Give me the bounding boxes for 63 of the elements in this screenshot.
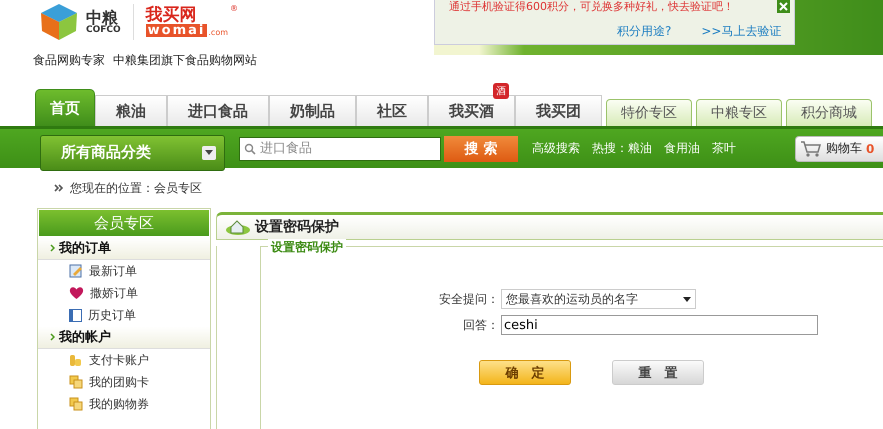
window-icon	[69, 308, 82, 322]
sidebar-item[interactable]: 撒娇订单	[38, 282, 210, 304]
sidebar-title: 会员专区	[39, 210, 209, 236]
sidebar-item[interactable]: 历史订单	[38, 304, 210, 326]
site-domain: .com	[208, 29, 228, 37]
cart-button[interactable]: 购物车 0	[795, 136, 883, 162]
hot-search-label: 热搜：	[592, 140, 628, 157]
sidebar-item[interactable]: 最新订单	[38, 260, 210, 282]
section-title: 我的订单	[59, 240, 111, 257]
pencil-icon	[69, 264, 83, 278]
cart-icon	[800, 140, 822, 158]
heart-icon	[69, 286, 84, 300]
sidebar-item[interactable]: 我的团购卡	[38, 371, 210, 393]
answer-field[interactable]: ceshi	[501, 315, 818, 335]
nav-tab[interactable]: 奶制品	[269, 95, 356, 126]
nav-tab[interactable]: 粮油	[95, 95, 167, 126]
confirm-button[interactable]: 确 定	[479, 360, 571, 385]
hot-search-link[interactable]: 茶叶	[712, 140, 736, 157]
caret-icon	[205, 150, 213, 155]
answer-label: 回答：	[462, 316, 499, 334]
notice-link[interactable]: >>马上去验证	[701, 23, 782, 40]
double-chevron-icon	[54, 184, 64, 192]
chevron-icon	[50, 244, 55, 252]
special-tab[interactable]: 积分商城	[786, 99, 872, 126]
hot-search-link[interactable]: 粮油	[628, 140, 652, 157]
tab-badge: 酒	[493, 83, 509, 99]
search-icon	[244, 142, 256, 154]
sidebar-item[interactable]: 我的购物券	[38, 393, 210, 415]
breadcrumb: 您现在的位置：会员专区	[70, 180, 202, 196]
site-name: 我买网	[146, 7, 197, 24]
brand-name: 中粮	[86, 10, 118, 26]
hot-search-link[interactable]: 食用油	[664, 140, 700, 157]
advanced-search-link[interactable]: 高级搜索	[532, 140, 580, 157]
notice-link[interactable]: 积分用途?	[617, 23, 672, 40]
notice-message: 通过手机验证得600积分，可兑换多种好礼，快去验证吧！	[449, 0, 734, 14]
site-name-latin: womai	[146, 24, 208, 37]
tagline: 中粮集团旗下食品购物网站	[113, 52, 257, 69]
registered-mark: ®	[230, 5, 238, 13]
search-field[interactable]: 进口食品	[239, 136, 441, 160]
coins-icon	[69, 353, 83, 367]
reset-button[interactable]: 重 置	[612, 360, 704, 385]
nav-tab[interactable]: 社区	[356, 95, 428, 126]
question-label: 安全提问：	[439, 290, 499, 308]
close-button[interactable]	[777, 0, 790, 13]
section-title: 我的帐户	[59, 328, 111, 346]
caret-icon	[683, 296, 691, 302]
nav-tab[interactable]: 我买酒	[428, 95, 515, 126]
card-stack-icon	[69, 397, 83, 411]
brand-name-latin: COFCO	[86, 26, 121, 34]
tagline: 食品网购专家	[33, 52, 105, 69]
nav-tab[interactable]: 我买团	[515, 95, 602, 126]
card-stack-icon	[69, 375, 83, 389]
house-icon	[225, 218, 251, 236]
nav-tab[interactable]: 进口食品	[167, 95, 269, 126]
cube-logo-icon	[38, 2, 80, 42]
panel-title: 设置密码保护	[255, 218, 339, 236]
question-select[interactable]: 您最喜欢的运动员的名字	[501, 289, 696, 309]
special-tab[interactable]: 特价专区	[606, 99, 692, 126]
special-tab[interactable]: 中粮专区	[696, 99, 782, 126]
chevron-icon	[50, 333, 55, 341]
sidebar-item[interactable]: 支付卡账户	[38, 349, 210, 371]
close-icon	[779, 2, 788, 11]
group-legend: 设置密码保护	[268, 239, 346, 256]
